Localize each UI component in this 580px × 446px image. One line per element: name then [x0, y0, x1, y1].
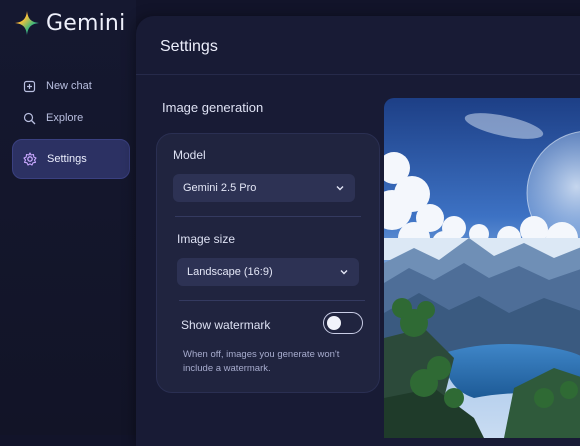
sidebar-item-label: Settings [47, 153, 87, 165]
page-title: Settings [160, 38, 218, 55]
model-label: Model [173, 148, 206, 162]
model-select[interactable]: Gemini 2.5 Pro [173, 174, 355, 202]
landscape-image [384, 98, 580, 438]
model-select-value: Gemini 2.5 Pro [183, 182, 257, 194]
sidebar-item-label: New chat [46, 80, 92, 92]
gear-icon [23, 152, 37, 166]
sidebar-item-label: Explore [46, 112, 84, 124]
sidebar: Gemini New chat Explore Settings [0, 0, 136, 435]
sidebar-item-new-chat[interactable]: New chat [12, 68, 130, 104]
watermark-label: Show watermark [181, 318, 271, 332]
generated-image-preview[interactable] [384, 98, 580, 438]
chevron-down-icon [340, 270, 348, 275]
sidebar-item-settings[interactable]: Settings [12, 139, 130, 179]
divider [179, 300, 365, 301]
watermark-toggle[interactable] [323, 312, 363, 334]
toggle-knob [327, 315, 341, 330]
gemini-sparkle-icon [15, 11, 39, 35]
watermark-help-text: When off, images you generate won't incl… [183, 349, 340, 374]
explore-icon [22, 111, 36, 125]
main-header: Settings [136, 16, 580, 75]
image-size-select-value: Landscape (16:9) [187, 266, 273, 278]
image-size-label: Image size [177, 232, 236, 246]
sidebar-item-explore[interactable]: Explore [12, 100, 130, 136]
brand-logo[interactable]: Gemini [14, 10, 125, 36]
divider [175, 216, 361, 217]
section-title: Image generation [162, 100, 264, 115]
new-chat-icon [22, 79, 36, 93]
chevron-down-icon [336, 186, 344, 191]
image-size-select[interactable]: Landscape (16:9) [177, 258, 359, 286]
brand-name: Gemini [46, 10, 126, 36]
settings-card: Model Gemini 2.5 Pro Image size Landscap… [156, 133, 380, 393]
